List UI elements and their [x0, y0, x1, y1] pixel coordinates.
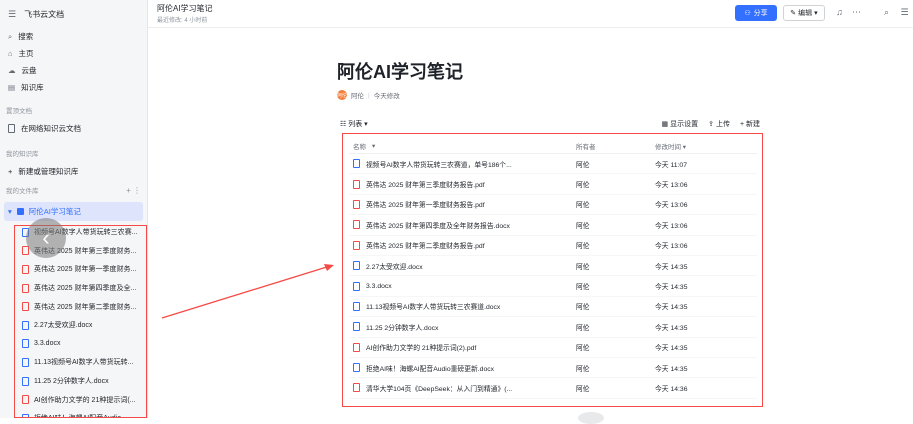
- scroll-indicator[interactable]: [578, 412, 604, 424]
- annotation-arrow: [161, 264, 334, 319]
